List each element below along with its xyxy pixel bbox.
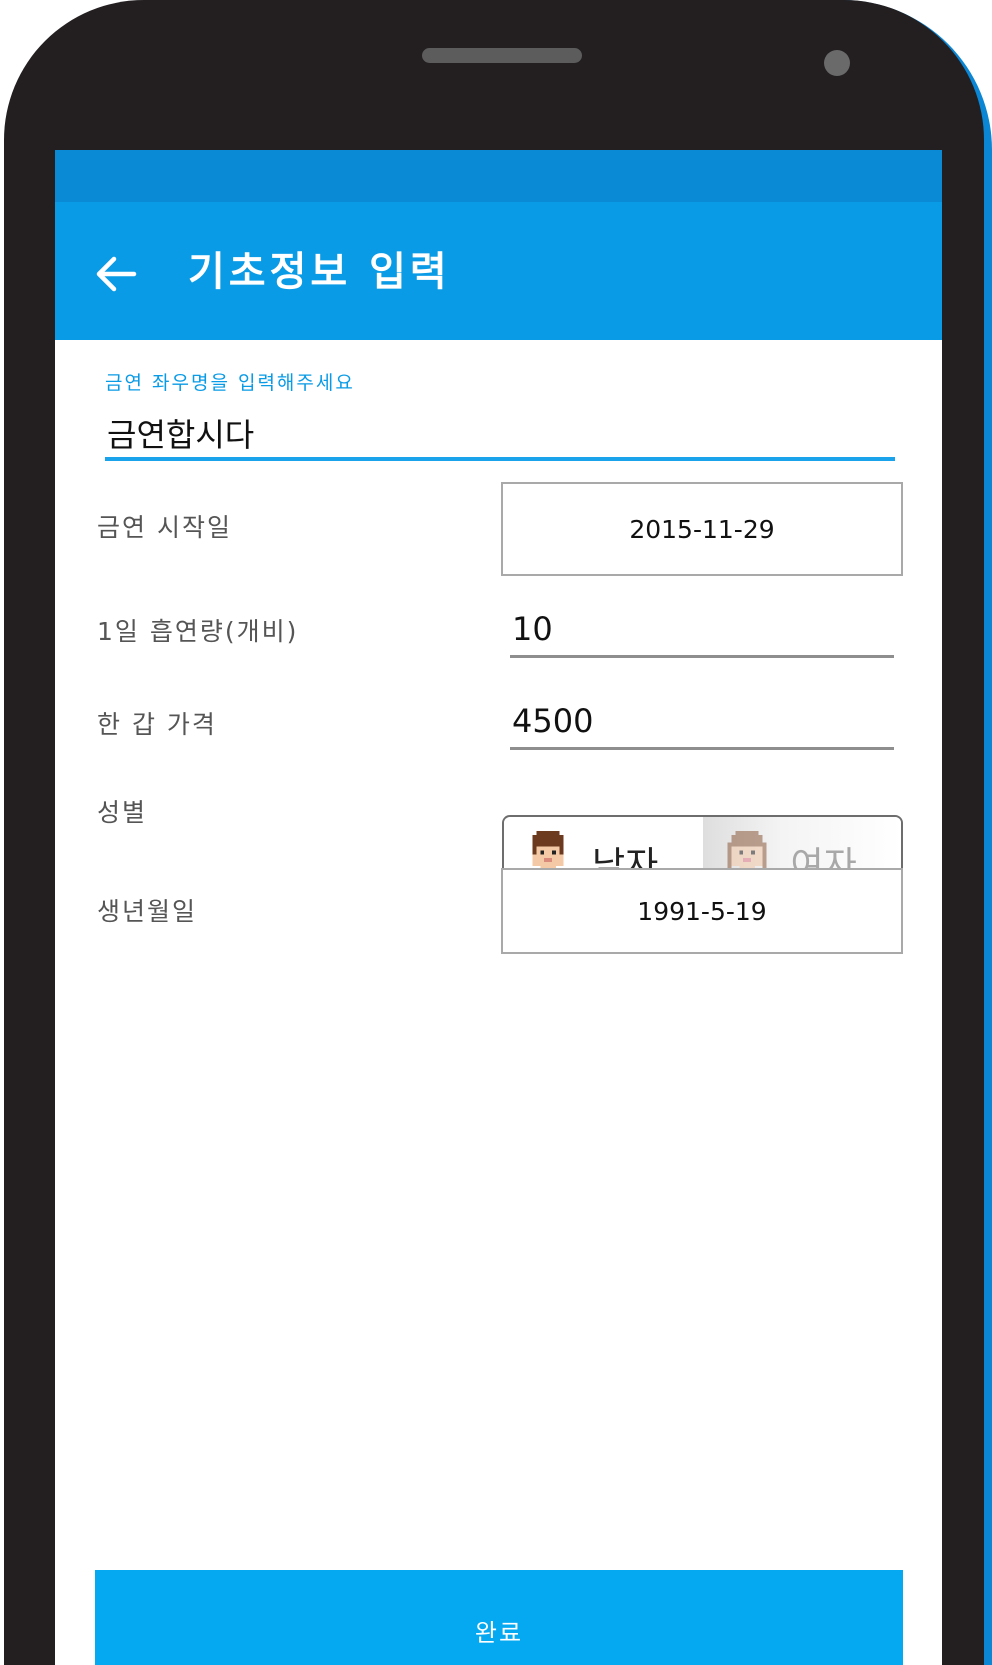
gender-label: 성별 (97, 798, 148, 827)
quit-start-date-picker[interactable]: 2015-11-29 (501, 482, 903, 576)
daily-cigarettes-label: 1일 흡연량(개비) (97, 617, 299, 646)
motto-label: 금연 좌우명을 입력해주세요 (105, 372, 355, 394)
birth-date-label: 생년월일 (97, 897, 198, 926)
pack-price-input[interactable] (510, 694, 894, 750)
app-screen: 기초정보 입력 금연 좌우명을 입력해주세요 금연 시작일 2015-11-29… (55, 150, 942, 1665)
app-bar: 기초정보 입력 (55, 202, 942, 340)
done-button[interactable]: 완료 (95, 1570, 903, 1665)
quit-start-date-label: 금연 시작일 (97, 513, 232, 542)
pack-price-label: 한 갑 가격 (97, 710, 217, 739)
birth-date-picker[interactable]: 1991-5-19 (501, 868, 903, 954)
speaker-grille (422, 48, 582, 63)
front-camera (824, 50, 850, 76)
arrow-left-icon (96, 256, 137, 292)
motto-field: 금연 좌우명을 입력해주세요 (105, 368, 895, 461)
motto-input[interactable] (105, 409, 895, 461)
daily-cigarettes-input[interactable] (510, 602, 894, 658)
status-bar (55, 150, 942, 202)
back-button[interactable] (91, 249, 141, 299)
page-title: 기초정보 입력 (188, 249, 451, 295)
